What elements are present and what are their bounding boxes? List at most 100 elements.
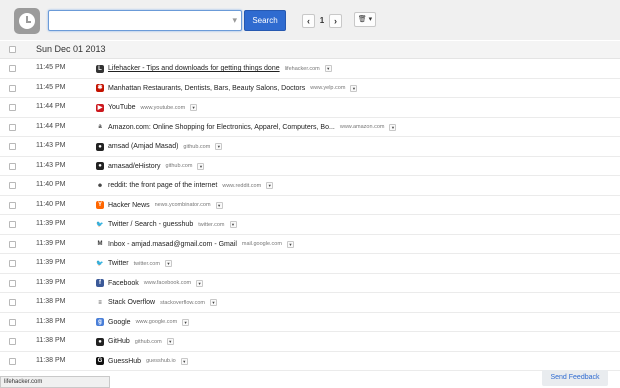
domain-link[interactable]: twitter.com xyxy=(198,222,224,228)
history-row: 11:39 PM 🐦 Twitter / Search - guesshub twit… xyxy=(0,215,620,235)
row-menu-button[interactable]: ▼ xyxy=(166,338,174,345)
row-checkbox[interactable] xyxy=(9,65,16,72)
search-input[interactable] xyxy=(53,13,223,28)
send-feedback-button[interactable]: Send Feedback xyxy=(542,370,608,386)
visit-time: 11:39 PM xyxy=(36,239,66,247)
visit-time: 11:40 PM xyxy=(36,181,66,188)
page-title-link[interactable]: Manhattan Restaurants, Dentists, Bars, B… xyxy=(108,85,305,92)
site-entry: 🐦 Twitter / Search - guesshub twitter.com ▼ xyxy=(96,218,237,231)
site-entry: Y Hacker News news.ycombinator.com ▼ xyxy=(96,199,223,212)
select-all-checkbox[interactable] xyxy=(9,46,16,53)
row-checkbox[interactable] xyxy=(9,240,16,248)
page-title-link[interactable]: Amazon.com: Online Shopping for Electron… xyxy=(108,124,335,131)
row-menu-button[interactable]: ▼ xyxy=(196,279,204,287)
page-title-link[interactable]: Inbox - amjad.masad@gmail.com - Gmail xyxy=(108,241,237,248)
prev-page-button[interactable]: ‹ xyxy=(302,14,315,28)
page-title-link[interactable]: Google xyxy=(108,319,131,326)
clock-icon[interactable] xyxy=(14,8,40,34)
site-entry: ▶ YouTube www.youtube.com ▼ xyxy=(96,101,198,114)
row-menu-button[interactable]: ▼ xyxy=(286,240,294,248)
youtube-icon: ▶ xyxy=(96,103,104,112)
visit-time: 11:43 PM xyxy=(36,161,66,169)
row-checkbox[interactable] xyxy=(9,299,16,306)
page-title-link[interactable]: GuessHub xyxy=(108,358,141,365)
row-menu-button[interactable]: ▼ xyxy=(324,65,332,72)
row-menu-button[interactable]: ▼ xyxy=(215,143,223,150)
row-checkbox[interactable] xyxy=(9,104,16,111)
row-checkbox[interactable] xyxy=(9,260,16,267)
row-checkbox[interactable] xyxy=(9,123,16,131)
history-list: 11:45 PM L Lifehacker - Tips and downloads… xyxy=(0,59,620,371)
chevron-down-icon[interactable]: ▾ xyxy=(232,15,237,26)
row-menu-button[interactable]: ▼ xyxy=(182,318,190,326)
row-checkbox[interactable] xyxy=(9,182,16,189)
page-title-link[interactable]: reddit: the front page of the internet xyxy=(108,182,217,189)
row-menu-button[interactable]: ▼ xyxy=(229,221,237,228)
row-menu-button[interactable]: ▼ xyxy=(180,357,188,365)
page-title-link[interactable]: amsad (Amjad Masad) xyxy=(108,143,178,150)
search-box[interactable]: ▾ xyxy=(48,10,242,31)
site-entry: ≡ Stack Overflow stackoverflow.com ▼ xyxy=(96,296,218,309)
trash-icon[interactable]: 🗑 ▾ xyxy=(354,12,376,27)
page-title-link[interactable]: GitHub xyxy=(108,338,130,345)
site-entry: G GuessHub guesshub.io ▼ xyxy=(96,355,188,368)
domain-link[interactable]: github.com xyxy=(135,339,162,345)
row-checkbox[interactable] xyxy=(9,162,16,170)
twitter-icon: 🐦 xyxy=(96,220,104,229)
page-title-link[interactable]: Twitter xyxy=(108,260,129,267)
row-menu-button[interactable]: ▼ xyxy=(197,162,205,170)
domain-link[interactable]: github.com xyxy=(166,163,193,169)
row-menu-button[interactable]: ▼ xyxy=(164,260,172,267)
row-menu-button[interactable]: ▼ xyxy=(389,123,397,131)
domain-link[interactable]: www.amazon.com xyxy=(340,124,385,130)
row-menu-button[interactable]: ▼ xyxy=(210,299,218,306)
row-checkbox[interactable] xyxy=(9,84,16,92)
page-title-link[interactable]: Facebook xyxy=(108,280,139,287)
twitter-icon: 🐦 xyxy=(96,259,104,268)
domain-link[interactable]: www.facebook.com xyxy=(144,280,191,286)
page-title-link[interactable]: Hacker News xyxy=(108,202,150,209)
domain-link[interactable]: www.reddit.com xyxy=(222,183,261,189)
domain-link[interactable]: www.yelp.com xyxy=(310,85,345,91)
page-title-link[interactable]: Lifehacker - Tips and downloads for gett… xyxy=(108,65,280,72)
row-checkbox[interactable] xyxy=(9,357,16,365)
search-button[interactable]: Search xyxy=(244,10,286,31)
domain-link[interactable]: www.youtube.com xyxy=(141,105,186,111)
site-entry: ● GitHub github.com ▼ xyxy=(96,335,174,348)
page-title-link[interactable]: Twitter / Search - guesshub xyxy=(108,221,193,228)
github-icon: ● xyxy=(96,162,104,170)
domain-link[interactable]: www.google.com xyxy=(136,319,178,325)
stackoverflow-icon: ≡ xyxy=(96,298,104,307)
visit-time: 11:39 PM xyxy=(36,259,66,266)
row-menu-button[interactable]: ▼ xyxy=(190,104,198,111)
page-title-link[interactable]: amasad/eHistory xyxy=(108,163,161,170)
visit-time: 11:45 PM xyxy=(36,83,66,91)
domain-link[interactable]: guesshub.io xyxy=(146,358,176,364)
domain-link[interactable]: twitter.com xyxy=(134,261,160,267)
amazon-icon: a xyxy=(96,123,104,131)
row-menu-button[interactable]: ▼ xyxy=(350,84,358,92)
history-row: 11:40 PM ☻ reddit: the front page of the i… xyxy=(0,176,620,196)
row-checkbox[interactable] xyxy=(9,338,16,345)
domain-link[interactable]: stackoverflow.com xyxy=(160,300,205,306)
row-checkbox[interactable] xyxy=(9,201,16,209)
row-menu-button[interactable]: ▼ xyxy=(266,182,274,189)
row-checkbox[interactable] xyxy=(9,318,16,326)
row-checkbox[interactable] xyxy=(9,221,16,228)
google-icon: g xyxy=(96,318,104,326)
history-row: 11:45 PM ✱ Manhattan Restaurants, Dentists… xyxy=(0,79,620,98)
row-menu-button[interactable]: ▼ xyxy=(215,201,223,209)
page-title-link[interactable]: Stack Overflow xyxy=(108,299,155,306)
row-checkbox[interactable] xyxy=(9,279,16,287)
next-page-button[interactable]: › xyxy=(329,14,342,28)
domain-link[interactable]: github.com xyxy=(183,144,210,150)
domain-link[interactable]: mail.google.com xyxy=(242,241,282,247)
domain-link[interactable]: news.ycombinator.com xyxy=(155,202,211,208)
row-checkbox[interactable] xyxy=(9,143,16,150)
visit-time: 11:38 PM xyxy=(36,298,66,305)
date-header: Sun Dec 01 2013 xyxy=(36,44,106,54)
domain-link[interactable]: lifehacker.com xyxy=(285,66,320,72)
history-row: 11:38 PM g Google www.google.com ▼ xyxy=(0,313,620,332)
page-title-link[interactable]: YouTube xyxy=(108,104,136,111)
yelp-icon: ✱ xyxy=(96,84,104,92)
